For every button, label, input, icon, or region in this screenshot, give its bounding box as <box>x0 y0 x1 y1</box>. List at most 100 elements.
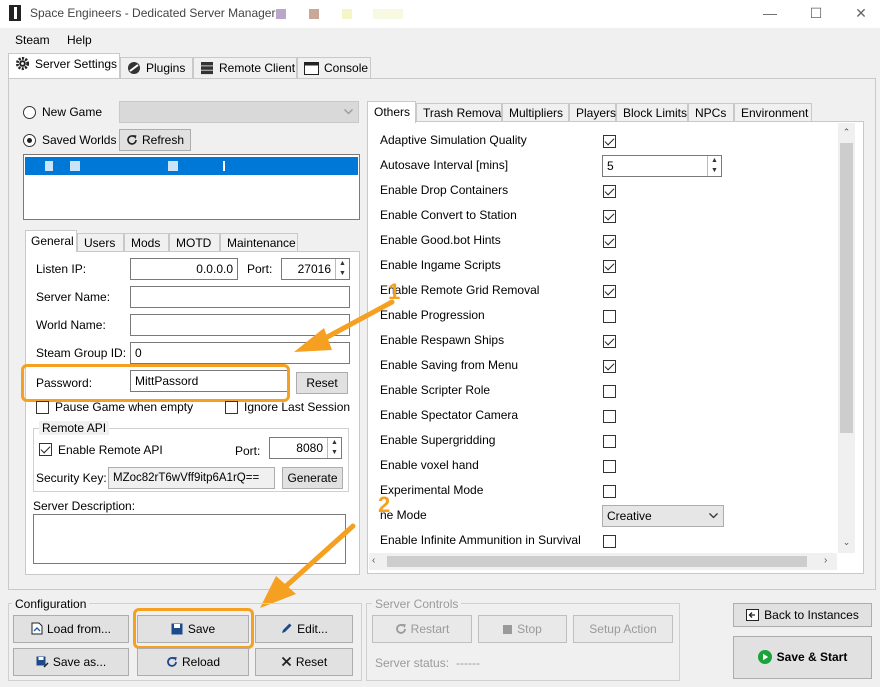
ignore-last-session-checkbox[interactable] <box>225 401 238 414</box>
spin-down-icon[interactable]: ▼ <box>328 448 341 458</box>
menu-help[interactable]: Help <box>67 33 92 47</box>
tab-label: Players <box>576 106 617 120</box>
tab-label: Plugins <box>146 61 186 75</box>
scroll-down-icon[interactable]: ⌄ <box>840 537 853 547</box>
setting-checkbox[interactable] <box>603 385 616 398</box>
tab-maintenance[interactable]: Maintenance <box>220 233 298 252</box>
tab-plugins[interactable]: Plugins <box>120 57 193 79</box>
tab-npcs[interactable]: NPCs <box>688 103 734 122</box>
setting-label: Enable Supergridding <box>380 433 496 447</box>
scroll-thumb[interactable] <box>840 143 853 433</box>
save-as-button[interactable]: Save as... <box>13 648 129 676</box>
saved-world-selected-row[interactable] <box>25 157 358 175</box>
new-game-label: New Game <box>42 105 103 119</box>
setting-checkbox[interactable] <box>603 185 616 198</box>
autosave-spinner[interactable]: ▲ ▼ <box>707 156 721 176</box>
saved-worlds-list[interactable] <box>23 154 360 220</box>
enable-remote-api-checkbox[interactable] <box>39 443 52 456</box>
pause-when-empty-checkbox[interactable] <box>36 401 49 414</box>
port-input[interactable]: 27016 ▲ ▼ <box>281 258 350 280</box>
autosave-interval-input[interactable]: 5 ▲ ▼ <box>602 155 722 177</box>
setting-checkbox[interactable] <box>603 310 616 323</box>
tab-label: Others <box>374 105 411 119</box>
maximize-button[interactable]: ☐ <box>806 4 826 22</box>
tab-mods[interactable]: Mods <box>124 233 169 252</box>
steam-group-label: Steam Group ID: <box>36 346 127 360</box>
tab-block-limits[interactable]: Block Limits <box>616 103 688 122</box>
reload-button[interactable]: Reload <box>137 648 249 676</box>
ignore-last-session-label: Ignore Last Session <box>244 400 351 414</box>
tab-players[interactable]: Players <box>569 103 616 122</box>
vertical-scrollbar[interactable]: ⌃ ⌄ <box>838 123 855 553</box>
remote-port-input[interactable]: 8080 ▲ ▼ <box>269 437 342 459</box>
stop-button[interactable]: Stop <box>478 615 567 643</box>
setting-checkbox[interactable] <box>603 210 616 223</box>
horizontal-scrollbar[interactable]: ‹ › <box>369 553 837 570</box>
menu-steam[interactable]: Steam <box>15 33 50 47</box>
server-rack-icon <box>201 62 213 75</box>
security-key-input[interactable]: MZoc82rT6wVff9itp6A1rQ== <box>108 467 275 489</box>
tab-others[interactable]: Others <box>367 101 416 123</box>
tab-console[interactable]: Console <box>297 57 371 79</box>
setting-checkbox[interactable] <box>603 485 616 498</box>
annotation-arrow-2 <box>260 523 356 608</box>
edit-label: Edit... <box>297 622 328 636</box>
setting-checkbox[interactable] <box>603 285 616 298</box>
listen-ip-input[interactable]: 0.0.0.0 <box>130 258 238 280</box>
setting-checkbox[interactable] <box>603 460 616 473</box>
game-mode-select[interactable]: Creative <box>602 505 724 527</box>
setup-action-button[interactable]: Setup Action <box>573 615 673 643</box>
tab-general[interactable]: General <box>25 230 77 252</box>
scroll-left-icon[interactable]: ‹ <box>372 555 375 566</box>
setting-label: Enable Infinite Ammunition in Survival <box>380 533 581 547</box>
new-game-radio[interactable] <box>23 106 36 119</box>
port-spinner[interactable]: ▲ ▼ <box>335 259 349 279</box>
close-button[interactable]: ✕ <box>851 4 871 22</box>
remote-port-spinner[interactable]: ▲ ▼ <box>327 438 341 458</box>
tab-motd[interactable]: MOTD <box>169 233 220 252</box>
minimize-button[interactable]: — <box>760 4 780 22</box>
load-from-label: Load from... <box>46 622 112 636</box>
new-game-dropdown[interactable] <box>119 101 359 123</box>
back-to-instances-button[interactable]: Back to Instances <box>733 603 872 627</box>
saved-worlds-radio[interactable] <box>23 134 36 147</box>
security-key-label: Security Key: <box>36 471 107 485</box>
restart-button[interactable]: Restart <box>372 615 472 643</box>
setting-checkbox[interactable] <box>603 360 616 373</box>
spin-up-icon[interactable]: ▲ <box>328 438 341 448</box>
play-icon <box>757 650 772 664</box>
spin-down-icon[interactable]: ▼ <box>336 269 349 279</box>
setting-checkbox[interactable] <box>603 335 616 348</box>
spin-down-icon[interactable]: ▼ <box>708 166 721 176</box>
server-name-label: Server Name: <box>36 290 111 304</box>
setting-checkbox[interactable] <box>603 435 616 448</box>
reset-password-button[interactable]: Reset <box>296 372 348 394</box>
save-as-icon <box>36 656 49 668</box>
tab-label: NPCs <box>695 106 727 120</box>
setting-checkbox[interactable] <box>603 235 616 248</box>
reset-config-button[interactable]: Reset <box>255 648 353 676</box>
tab-server-settings[interactable]: Server Settings <box>8 53 120 78</box>
save-and-start-button[interactable]: Save & Start <box>733 636 872 679</box>
setting-checkbox[interactable] <box>603 535 616 548</box>
tab-multipliers[interactable]: Multipliers <box>502 103 569 122</box>
scroll-thumb-h[interactable] <box>387 556 807 567</box>
spin-up-icon[interactable]: ▲ <box>708 156 721 166</box>
scroll-up-icon[interactable]: ⌃ <box>840 127 853 137</box>
tab-trash-removal[interactable]: Trash Removal <box>416 103 504 122</box>
generate-button[interactable]: Generate <box>282 467 343 489</box>
spin-up-icon[interactable]: ▲ <box>336 259 349 269</box>
tab-environment[interactable]: Environment <box>734 103 812 122</box>
tab-remote-client[interactable]: Remote Client <box>193 57 297 79</box>
edit-button[interactable]: Edit... <box>255 615 353 643</box>
title-bar: Space Engineers - Dedicated Server Manag… <box>0 0 880 28</box>
remote-api-title: Remote API <box>39 421 110 435</box>
load-from-button[interactable]: Load from... <box>13 615 129 643</box>
setting-checkbox[interactable] <box>603 260 616 273</box>
reset-config-label: Reset <box>295 655 328 669</box>
refresh-button[interactable]: Refresh <box>119 129 191 151</box>
tab-users[interactable]: Users <box>77 233 124 252</box>
scroll-right-icon[interactable]: › <box>824 555 827 566</box>
setting-checkbox[interactable] <box>603 410 616 423</box>
setting-checkbox[interactable] <box>603 135 616 148</box>
